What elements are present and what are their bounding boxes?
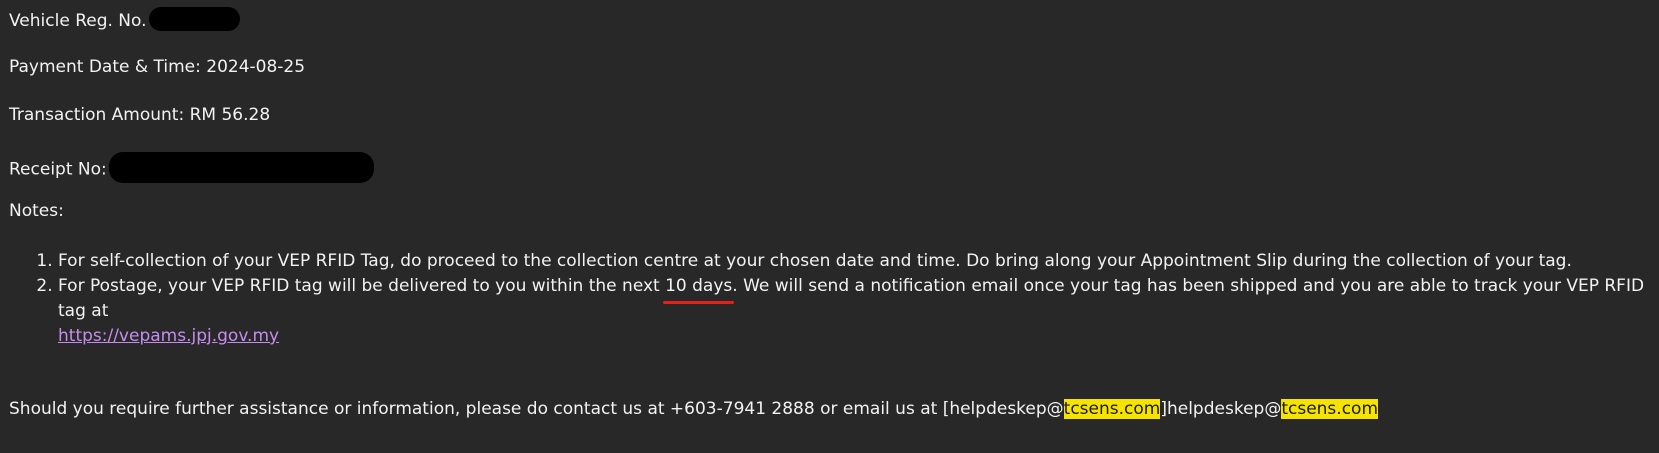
transaction-amount-row: Transaction Amount: RM 56.28 bbox=[9, 105, 270, 125]
receipt-no-label: Receipt No: bbox=[9, 159, 107, 180]
notes-list: For self-collection of your VEP RFID Tag… bbox=[9, 249, 1659, 349]
payment-date-label: Payment Date & Time: 2024-08-25 bbox=[9, 57, 306, 77]
footer-contact: Should you require further assistance or… bbox=[9, 399, 1378, 419]
note-item-2: For Postage, your VEP RFID tag will be d… bbox=[58, 274, 1659, 349]
ten-days-underlined: 10 days bbox=[663, 274, 735, 304]
vehicle-reg-label: Vehicle Reg. No. bbox=[9, 11, 147, 31]
notes-heading: Notes: bbox=[9, 201, 64, 221]
footer-email-mid: ]helpdeskep@ bbox=[1160, 399, 1282, 419]
footer-email-highlight-2[interactable]: tcsens.com bbox=[1281, 399, 1378, 419]
note-item-1-text: For self-collection of your VEP RFID Tag… bbox=[58, 251, 1572, 271]
payment-date-row: Payment Date & Time: 2024-08-25 bbox=[9, 57, 305, 77]
receipt-no-row: Receipt No: bbox=[9, 152, 374, 185]
vehicle-reg-redaction bbox=[148, 7, 240, 31]
footer-contact-text: Should you require further assistance or… bbox=[9, 399, 1064, 419]
note-item-1: For self-collection of your VEP RFID Tag… bbox=[58, 249, 1659, 274]
notes-heading-label: Notes: bbox=[9, 201, 64, 221]
footer-email-highlight-1[interactable]: tcsens.com bbox=[1063, 399, 1161, 419]
transaction-amount-label: Transaction Amount: RM 56.28 bbox=[9, 105, 271, 125]
vehicle-reg-row: Vehicle Reg. No. bbox=[9, 7, 240, 33]
vepams-link[interactable]: https://vepams.jpj.gov.my bbox=[58, 326, 279, 346]
receipt-no-redaction bbox=[108, 152, 374, 183]
note-item-2-text-before: For Postage, your VEP RFID tag will be d… bbox=[58, 276, 666, 296]
